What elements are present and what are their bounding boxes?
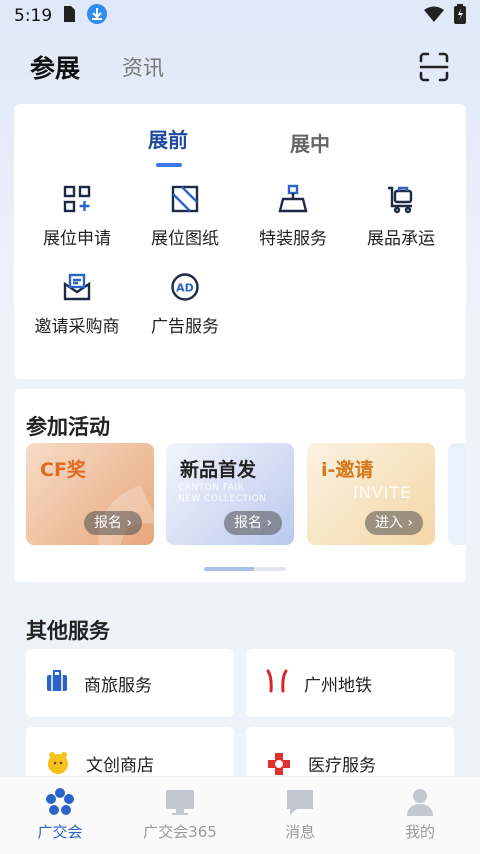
activity-button[interactable]: 报名 › [83,511,142,535]
activity-title: 新品首发 [180,459,257,481]
wifi-icon [424,6,444,26]
ad-service-label: 广告服务 [151,317,219,337]
medical-service[interactable]: 医疗服务 [246,727,454,777]
exhibit-shipping-label: 展品承运 [367,229,435,249]
booth-application-item[interactable]: 展位申请 [22,184,132,249]
download-icon [86,3,108,29]
new-collection-deco-text: CANTON FAIR NEW COLLECTION [178,483,267,504]
activity-title: i-邀请 [321,459,374,481]
nav-canton-fair-label: 广交会 [37,823,83,841]
booth-drawing-item[interactable]: 展位图纸 [130,184,240,249]
nav-canton-fair-365[interactable]: 广交会365 [120,777,240,854]
activity-button-label: 报名 [233,515,262,531]
creative-shop-label: 文创商店 [86,756,154,776]
ad-icon: AD [130,272,240,302]
battery-icon [454,4,466,28]
blueprint-icon [130,184,240,214]
guangzhou-metro-service[interactable]: 广州地铁 [246,649,454,717]
subtab-during-show[interactable]: 展中 [290,128,330,157]
nav-messages[interactable]: 消息 [240,777,360,854]
invite-mail-icon [22,272,132,302]
header: 参展 资讯 [0,44,480,90]
status-time: 5:19 [14,6,53,26]
ad-service-item[interactable]: AD 广告服务 [130,272,240,337]
shop-mascot-icon [46,751,70,779]
special-decoration-label: 特装服务 [259,229,327,249]
invite-deco-text: INVITE [353,483,412,502]
scan-icon[interactable] [418,51,450,83]
activity-card-cf-award[interactable]: CF奖 报名 › [26,443,154,545]
booth-drawing-label: 展位图纸 [151,229,219,249]
nav-canton-fair[interactable]: 广交会 [0,777,120,854]
activities-card: 参加活动 CF奖 报名 › 新品首发 CANTON FAIR NEW COLLE… [14,389,466,582]
svg-text:AD: AD [176,282,194,295]
tab-news[interactable]: 资讯 [122,52,164,82]
activity-button[interactable]: 报名 › [223,511,282,535]
business-travel-label: 商旅服务 [84,675,152,696]
monitor-icon [120,787,240,817]
exhibit-services-card: 展前 展中 展位申请 展位图纸 特装服务 展品承运 邀请采购商 AD 广告服务 [14,104,466,379]
business-travel-service[interactable]: 商旅服务 [26,649,234,717]
activity-card-new-product-launch[interactable]: 新品首发 CANTON FAIR NEW COLLECTION 报名 › [166,443,294,545]
activity-button-label: 进入 [374,515,403,531]
metro-icon [266,669,288,697]
carousel-indicator [204,567,286,571]
activity-title: CF奖 [40,459,86,481]
canton-fair-logo-icon [0,787,120,817]
exhibit-shipping-item[interactable]: 展品承运 [346,184,456,249]
nav-me-label: 我的 [404,823,435,841]
scale-icon [238,184,348,214]
special-decoration-item[interactable]: 特装服务 [238,184,348,249]
activity-card-i-invite[interactable]: i-邀请 INVITE 进入 › [307,443,435,545]
invite-buyers-label: 邀请采购商 [34,317,120,337]
chat-bubble-icon [240,787,360,817]
invite-buyers-item[interactable]: 邀请采购商 [22,272,132,337]
cart-icon [346,184,456,214]
tab-exhibit[interactable]: 参展 [30,49,80,85]
luggage-icon [46,670,68,696]
status-right [424,4,466,28]
booth-application-label: 展位申请 [43,229,111,249]
user-icon [360,787,480,817]
subtab-pre-show[interactable]: 展前 [148,124,188,167]
status-bar: 5:19 [0,0,480,32]
nav-me[interactable]: 我的 [360,777,480,854]
activity-card-partial[interactable] [448,443,466,545]
sim-card-icon [62,5,76,27]
activities-title: 参加活动 [26,415,110,439]
grid-plus-icon [22,184,132,214]
carousel-indicator-active [204,567,254,571]
guangzhou-metro-label: 广州地铁 [304,675,372,696]
nav-canton-fair-365-label: 广交会365 [143,823,217,841]
activity-button[interactable]: 进入 › [364,511,423,535]
creative-shop-service[interactable]: 文创商店 [26,727,234,777]
bottom-nav: 广交会 广交会365 消息 我的 [0,776,480,854]
medical-service-label: 医疗服务 [308,756,376,776]
nav-messages-label: 消息 [284,823,315,841]
other-services-title: 其他服务 [26,619,110,643]
activity-button-label: 报名 [93,515,122,531]
